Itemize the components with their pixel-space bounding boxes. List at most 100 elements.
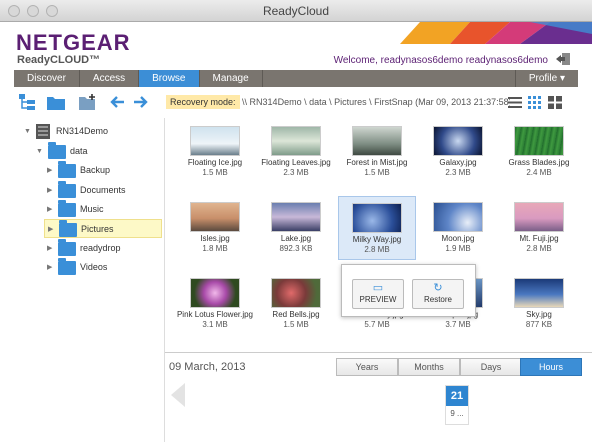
file-item[interactable]: Forest in Mist.jpg 1.5 MB — [338, 120, 416, 184]
file-item[interactable]: Red Bells.jpg 1.5 MB — [257, 272, 335, 336]
file-size: 1.8 MB — [202, 244, 228, 253]
recovery-path-text: \\ RN314Demo \ data \ Pictures \ FirstSn… — [242, 97, 510, 107]
file-size: 892.3 KB — [279, 244, 313, 253]
collapse-arrow-icon[interactable]: ▶ — [47, 200, 52, 219]
tree-view-icon[interactable] — [18, 93, 38, 111]
restore-label: Restore — [423, 295, 452, 304]
recovery-mode-label: Recovery mode: — [166, 95, 240, 109]
file-size: 2.3 MB — [283, 168, 309, 177]
tab-manage[interactable]: Manage — [200, 70, 263, 87]
image-thumbnail — [190, 202, 240, 232]
segment-months[interactable]: Months — [398, 358, 460, 376]
file-item[interactable]: Pink Lotus Flower.jpg 3.1 MB — [176, 272, 254, 336]
restore-button[interactable]: ↻ Restore — [412, 279, 464, 309]
window-controls[interactable] — [8, 5, 58, 17]
file-item[interactable]: Lake.jpg 892.3 KB — [257, 196, 335, 260]
tab-browse[interactable]: Browse — [139, 70, 200, 87]
file-item-selected[interactable]: Milky Way.jpg 2.8 MB — [338, 196, 416, 260]
image-thumbnail — [190, 278, 240, 308]
file-name: Floating Ice.jpg — [187, 158, 243, 167]
file-item[interactable]: Sky.jpg 877 KB — [500, 272, 578, 336]
collapse-arrow-icon[interactable]: ▶ — [47, 161, 52, 180]
expand-arrow-icon[interactable]: ▼ — [24, 122, 31, 141]
collapse-arrow-icon[interactable]: ▶ — [47, 181, 52, 200]
readycloud-logo: ReadyCLOUD™ — [17, 54, 101, 66]
list-view-icon[interactable] — [508, 96, 522, 109]
file-name: Red Bells.jpg — [272, 310, 320, 319]
file-item[interactable]: Mt. Fuji.jpg 2.8 MB — [500, 196, 578, 260]
collapse-arrow-icon[interactable]: ▶ — [48, 220, 53, 239]
file-size: 2.4 MB — [526, 168, 552, 177]
file-action-popup: ▭ PREVIEW ↻ Restore — [341, 264, 476, 317]
tree-folder-label: Backup — [80, 165, 111, 175]
file-name: Floating Leaves.jpg — [261, 158, 331, 167]
file-item[interactable]: Floating Leaves.jpg 2.3 MB — [257, 120, 335, 184]
file-name: Isles.jpg — [200, 234, 230, 243]
tree-folder-pictures[interactable]: ▶ Pictures — [44, 219, 162, 238]
tree-folder-label: Pictures — [81, 224, 114, 234]
tree-folder-label: Videos — [80, 262, 108, 272]
tree-share-label: data — [70, 146, 88, 156]
snapshot-day-sub: 9 ... — [450, 409, 464, 418]
image-thumbnail — [514, 202, 564, 232]
file-name: Milky Way.jpg — [352, 235, 402, 244]
tree-folder-backup[interactable]: ▶ Backup — [44, 161, 162, 180]
file-item[interactable]: Galaxy.jpg 2.3 MB — [419, 120, 497, 184]
tab-discover[interactable]: Discover — [14, 70, 80, 87]
preview-icon: ▭ — [372, 282, 384, 294]
preview-button[interactable]: ▭ PREVIEW — [352, 279, 404, 309]
browse-toolbar: Recovery mode: \\ RN314Demo \ data \ Pic… — [14, 90, 578, 116]
image-thumbnail — [514, 278, 564, 308]
timeline-back-arrow-icon[interactable] — [171, 383, 185, 407]
tab-access[interactable]: Access — [80, 70, 140, 87]
file-size: 2.8 MB — [364, 245, 390, 254]
snapshot-day-marker[interactable]: 21 9 ... — [445, 385, 469, 425]
large-grid-view-icon[interactable] — [548, 96, 562, 109]
folder-tree: ▼ RN314Demo ▼ data ▶ Backup ▶ Documents … — [0, 118, 165, 442]
file-size: 2.8 MB — [526, 244, 552, 253]
file-item[interactable]: Floating Ice.jpg 1.5 MB — [176, 120, 254, 184]
back-arrow-icon[interactable] — [108, 93, 128, 111]
tree-share-data[interactable]: ▼ data — [32, 142, 160, 161]
file-name: Pink Lotus Flower.jpg — [176, 310, 254, 319]
image-thumbnail — [271, 278, 321, 308]
collapse-arrow-icon[interactable]: ▶ — [47, 258, 52, 277]
recovery-path: Recovery mode: \\ RN314Demo \ data \ Pic… — [166, 93, 510, 112]
file-size: 1.5 MB — [283, 320, 309, 329]
readydrop-folder-icon — [58, 239, 76, 256]
documents-folder-icon — [58, 181, 76, 198]
folder-icon[interactable] — [46, 93, 66, 111]
file-item[interactable]: Isles.jpg 1.8 MB — [176, 196, 254, 260]
file-size: 5.7 MB — [364, 320, 390, 329]
zoom-window-button[interactable] — [46, 5, 58, 17]
new-folder-icon[interactable] — [78, 93, 98, 111]
collapse-arrow-icon[interactable]: ▶ — [47, 239, 52, 258]
decorative-stripes — [400, 22, 592, 44]
tree-device[interactable]: ▼ RN314Demo — [20, 122, 160, 141]
segment-hours[interactable]: Hours — [520, 358, 582, 376]
file-size: 1.5 MB — [202, 168, 228, 177]
profile-menu[interactable]: Profile ▾ — [514, 70, 578, 87]
segment-days[interactable]: Days — [460, 358, 522, 376]
file-name: Sky.jpg — [526, 310, 552, 319]
file-item[interactable]: Moon.jpg 1.9 MB — [419, 196, 497, 260]
file-size: 1.9 MB — [445, 244, 471, 253]
tree-folder-music[interactable]: ▶ Music — [44, 200, 162, 219]
small-grid-view-icon[interactable] — [528, 96, 542, 109]
file-size: 877 KB — [525, 320, 553, 329]
tree-folder-documents[interactable]: ▶ Documents — [44, 181, 162, 200]
tree-folder-label: readydrop — [80, 243, 121, 253]
expand-arrow-icon[interactable]: ▼ — [36, 142, 43, 161]
logout-icon[interactable] — [556, 52, 572, 66]
tree-folder-videos[interactable]: ▶ Videos — [44, 258, 162, 277]
file-item[interactable]: Grass Blades.jpg 2.4 MB — [500, 120, 578, 184]
forward-arrow-icon[interactable] — [130, 93, 150, 111]
file-size: 2.3 MB — [445, 168, 471, 177]
image-thumbnail — [352, 126, 402, 156]
file-size: 3.1 MB — [202, 320, 228, 329]
close-window-button[interactable] — [8, 5, 20, 17]
minimize-window-button[interactable] — [27, 5, 39, 17]
segment-years[interactable]: Years — [336, 358, 398, 376]
tree-folder-readydrop[interactable]: ▶ readydrop — [44, 239, 162, 258]
image-thumbnail — [271, 126, 321, 156]
